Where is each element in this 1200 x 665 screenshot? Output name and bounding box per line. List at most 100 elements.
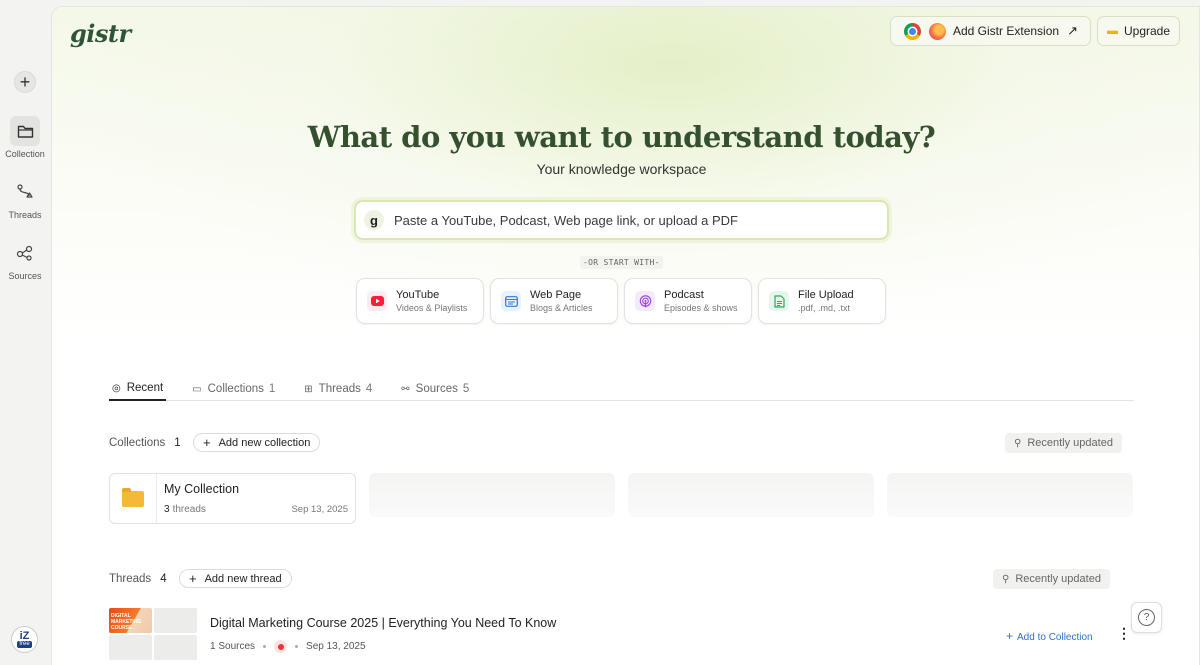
source-title: Web Page	[530, 289, 582, 301]
chrome-icon	[904, 22, 921, 40]
sidebar-item-label: Threads	[8, 210, 42, 220]
plus-icon: +	[19, 72, 31, 92]
section-count: 4	[160, 573, 167, 585]
collections-sort-dropdown[interactable]: ⚲ Recently updated	[1005, 433, 1122, 453]
add-thread-button[interactable]: + Add new thread	[179, 569, 292, 588]
sidebar: + Collection Threads Sources iZ free	[0, 0, 50, 665]
folder-icon	[10, 116, 40, 146]
tab-recent[interactable]: ◎ Recent	[109, 377, 167, 401]
thumbnail-placeholder	[154, 608, 197, 633]
upgrade-button[interactable]: ▬ Upgrade	[1097, 16, 1180, 46]
add-label: Add new thread	[204, 572, 282, 585]
sort-label: Recently updated	[1027, 437, 1113, 449]
logo[interactable]: gistr	[70, 19, 131, 48]
source-title: File Upload	[798, 289, 854, 301]
tab-count: 4	[365, 383, 373, 395]
source-subtitle: Episodes & shows	[664, 303, 738, 313]
badge-subtext: free	[17, 641, 32, 648]
sort-label: Recently updated	[1015, 573, 1101, 585]
sources-icon	[10, 238, 40, 268]
add-to-collection-button[interactable]: + Add to Collection	[1006, 629, 1093, 643]
podcast-source-button[interactable]: Podcast Episodes & shows	[624, 278, 752, 324]
separator-dot	[295, 645, 299, 648]
thread-date: Sep 13, 2025	[306, 641, 366, 652]
thread-title[interactable]: Digital Marketing Course 2025 | Everythi…	[210, 616, 556, 630]
firefox-icon	[929, 22, 946, 40]
thumbnail-placeholder	[109, 635, 152, 660]
video-thumbnail: DIGITAL MARKETING COURSE	[109, 608, 152, 633]
add-extension-button[interactable]: Add Gistr Extension ↗	[890, 16, 1091, 46]
tab-threads[interactable]: ⊞ Threads 4	[301, 377, 375, 401]
threads-sort-dropdown[interactable]: ⚲ Recently updated	[993, 569, 1110, 589]
sidebar-item-threads[interactable]: Threads	[0, 177, 50, 220]
podcast-icon	[635, 291, 655, 311]
thread-row[interactable]: DIGITAL MARKETING COURSE Digital Marketi…	[109, 608, 1134, 662]
folder-thumbnail	[110, 474, 157, 523]
crown-icon: ▬	[1106, 25, 1118, 37]
folder-icon: ▭	[192, 383, 202, 395]
webpage-icon	[501, 291, 521, 311]
source-title: Podcast	[664, 289, 704, 301]
tab-sources[interactable]: ⚯ Sources 5	[398, 377, 472, 401]
section-label: Threads	[109, 573, 152, 585]
add-label: Add new collection	[218, 436, 311, 449]
recording-icon	[274, 640, 288, 653]
gistr-g-icon: g	[364, 210, 384, 230]
webpage-source-button[interactable]: Web Page Blogs & Articles	[490, 278, 618, 324]
badge-text: iZ	[19, 630, 30, 642]
add-collection-button[interactable]: + Add new collection	[193, 433, 321, 452]
content-tabs: ◎ Recent ▭ Collections 1 ⊞ Threads 4 ⚯ S…	[109, 377, 1134, 401]
loading-placeholder	[628, 473, 874, 517]
external-arrow-icon: ↗	[1067, 23, 1078, 38]
new-button[interactable]: +	[14, 71, 36, 93]
loading-placeholder	[887, 473, 1133, 517]
youtube-source-button[interactable]: YouTube Videos & Playlists	[356, 278, 484, 324]
collection-thread-count: 3 threads	[164, 504, 206, 515]
thread-thumbnails: DIGITAL MARKETING COURSE	[109, 608, 197, 660]
collection-date: Sep 13, 2025	[291, 504, 348, 515]
add-to-collection-label: Add to Collection	[1017, 632, 1093, 643]
page-subtitle: Your knowledge workspace	[536, 161, 707, 177]
folder-icon	[122, 487, 144, 507]
link-input-box[interactable]: g	[354, 200, 889, 240]
or-divider: -OR START WITH-	[580, 256, 663, 269]
collection-name: My Collection	[164, 482, 240, 496]
plus-icon: +	[203, 435, 211, 450]
plus-icon: +	[1006, 629, 1014, 643]
grid-icon: ⊞	[304, 383, 313, 395]
section-count: 1	[174, 437, 181, 449]
tab-label: Sources	[415, 383, 458, 395]
sidebar-item-sources[interactable]: Sources	[0, 238, 50, 281]
sources-icon: ⚯	[401, 383, 410, 395]
more-options-icon[interactable]: ⋮	[1117, 626, 1131, 640]
page-title: What do you want to understand today?	[307, 120, 936, 154]
source-type-list: YouTube Videos & Playlists Web Page Blogs …	[356, 278, 886, 324]
loading-placeholder	[369, 473, 615, 517]
thumbnail-text: DIGITAL MARKETING COURSE	[111, 613, 142, 631]
sort-icon: ⚲	[1014, 437, 1022, 449]
thread-word: threads	[172, 504, 206, 515]
youtube-icon	[367, 291, 387, 311]
help-button[interactable]: ?	[1131, 602, 1162, 633]
tab-label: Collections	[207, 383, 264, 395]
collection-card[interactable]: My Collection 3 threads Sep 13, 2025	[109, 473, 356, 524]
thread-meta: 1 Sources Sep 13, 2025	[210, 640, 366, 653]
sidebar-item-label: Collection	[5, 149, 45, 159]
tab-label: Threads	[318, 383, 361, 395]
extension-label: Add Gistr Extension	[953, 24, 1060, 38]
browser-extension-badge[interactable]: iZ free	[11, 626, 38, 653]
sort-icon: ⚲	[1002, 573, 1010, 585]
upgrade-label: Upgrade	[1123, 24, 1171, 38]
tab-count: 5	[462, 383, 470, 395]
thread-count: 3	[164, 504, 170, 515]
tab-label: Recent	[126, 382, 164, 394]
sidebar-item-label: Sources	[8, 271, 42, 281]
source-subtitle: .pdf, .md, .txt	[798, 303, 851, 313]
file-upload-source-button[interactable]: File Upload .pdf, .md, .txt	[758, 278, 886, 324]
sidebar-item-collection[interactable]: Collection	[0, 116, 50, 159]
tab-collections[interactable]: ▭ Collections 1	[189, 377, 278, 401]
collections-heading: Collections 1	[109, 437, 181, 449]
link-input[interactable]	[394, 212, 864, 228]
globe-icon: ◎	[112, 382, 121, 394]
threads-icon	[10, 177, 40, 207]
